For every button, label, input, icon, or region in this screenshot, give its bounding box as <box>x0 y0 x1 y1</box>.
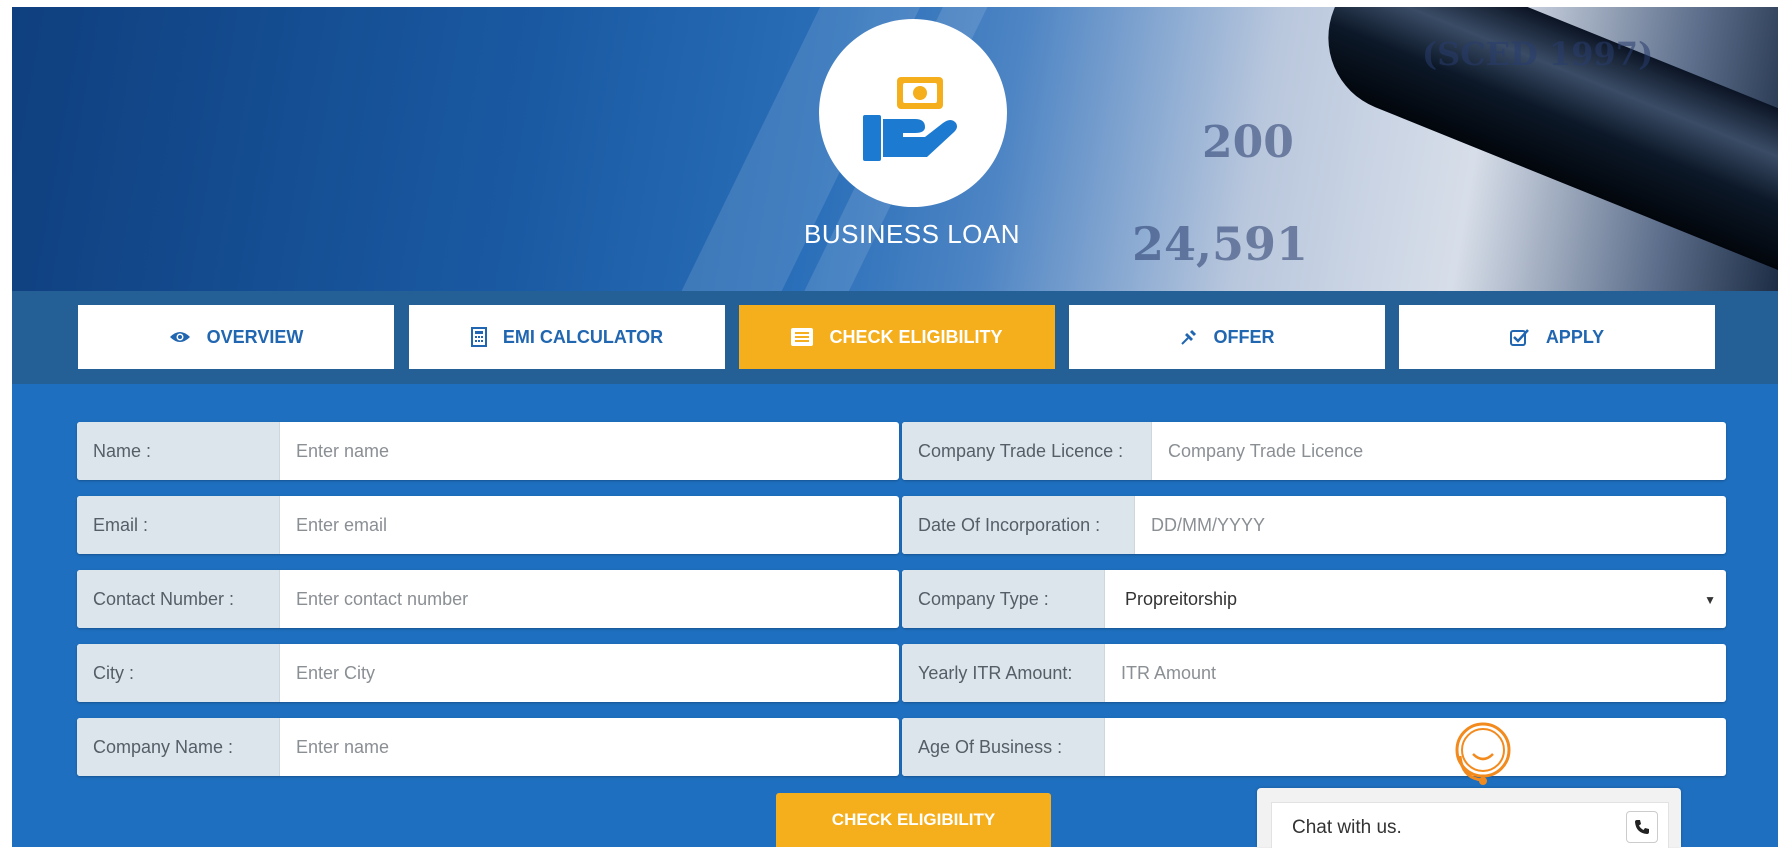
trade-licence-row: Company Trade Licence : <box>902 422 1726 480</box>
chat-widget[interactable]: Chat with us. <box>1257 788 1681 848</box>
tab-label: OFFER <box>1213 326 1275 347</box>
chat-box[interactable]: Chat with us. <box>1271 802 1669 848</box>
tab-bar: OVERVIEW EMI CALCULATOR CHECK ELIGIBILIT… <box>12 291 1778 384</box>
list-icon <box>791 328 814 346</box>
eye-icon <box>169 330 191 344</box>
company-type-row: Company Type : Propreitorship ▼ <box>902 570 1726 628</box>
contact-row: Contact Number : <box>77 570 899 628</box>
field-label: Company Type : <box>902 570 1105 628</box>
tab-overview[interactable]: OVERVIEW <box>78 305 394 369</box>
phone-icon[interactable] <box>1626 811 1658 843</box>
hero-banner: 200 24,591 (SCED 1997) BUSINESS LOAN <box>12 7 1778 291</box>
pin-icon <box>1180 328 1198 346</box>
itr-row: Yearly ITR Amount: <box>902 644 1726 702</box>
tab-offer[interactable]: OFFER <box>1069 305 1385 369</box>
page-title: BUSINESS LOAN <box>803 219 1020 249</box>
field-label: Email : <box>77 496 280 554</box>
trade-licence-input[interactable] <box>1152 422 1726 480</box>
field-label: Date Of Incorporation : <box>902 496 1135 554</box>
name-input[interactable] <box>280 422 899 480</box>
tab-label: OVERVIEW <box>206 326 304 347</box>
company-type-select[interactable]: Propreitorship <box>1105 570 1726 628</box>
tab-label: APPLY <box>1545 326 1605 347</box>
company-name-row: Company Name : <box>77 718 899 776</box>
select-value: Propreitorship <box>1125 588 1238 609</box>
field-label: Age Of Business : <box>902 718 1105 776</box>
calculator-icon <box>470 327 487 347</box>
check-square-icon <box>1509 328 1530 346</box>
itr-amount-input[interactable] <box>1105 644 1726 702</box>
chat-agent-icon[interactable] <box>1452 720 1514 788</box>
age-row: Age Of Business : <box>902 718 1726 776</box>
field-label: Contact Number : <box>77 570 280 628</box>
background-number: 200 <box>1202 117 1294 168</box>
field-label: City : <box>77 644 280 702</box>
tab-apply[interactable]: APPLY <box>1399 305 1715 369</box>
email-row: Email : <box>77 496 899 554</box>
city-row: City : <box>77 644 899 702</box>
tab-label: EMI CALCULATOR <box>502 326 664 347</box>
background-number: 24,591 <box>1132 217 1309 271</box>
email-input[interactable] <box>280 496 899 554</box>
incorporation-row: Date Of Incorporation : <box>902 496 1726 554</box>
contact-number-input[interactable] <box>280 570 899 628</box>
tab-emi-calculator[interactable]: EMI CALCULATOR <box>409 305 725 369</box>
age-of-business-input[interactable] <box>1105 718 1726 776</box>
field-label: Yearly ITR Amount: <box>902 644 1105 702</box>
city-input[interactable] <box>280 644 899 702</box>
check-eligibility-button[interactable]: CHECK ELIGIBILITY <box>776 793 1051 847</box>
chat-text: Chat with us. <box>1292 817 1402 838</box>
chevron-down-icon: ▼ <box>1704 593 1716 607</box>
background-number: (SCED 1997) <box>1422 35 1654 73</box>
name-row: Name : <box>77 422 899 480</box>
incorporation-date-input[interactable] <box>1135 496 1726 554</box>
hand-money-icon <box>863 77 957 161</box>
business-loan-logo <box>819 19 1007 207</box>
tab-label: CHECK ELIGIBILITY <box>829 326 1003 347</box>
field-label: Company Name : <box>77 718 280 776</box>
company-name-input[interactable] <box>280 718 899 776</box>
field-label: Company Trade Licence : <box>902 422 1152 480</box>
field-label: Name : <box>77 422 280 480</box>
tab-check-eligibility[interactable]: CHECK ELIGIBILITY <box>739 305 1055 369</box>
